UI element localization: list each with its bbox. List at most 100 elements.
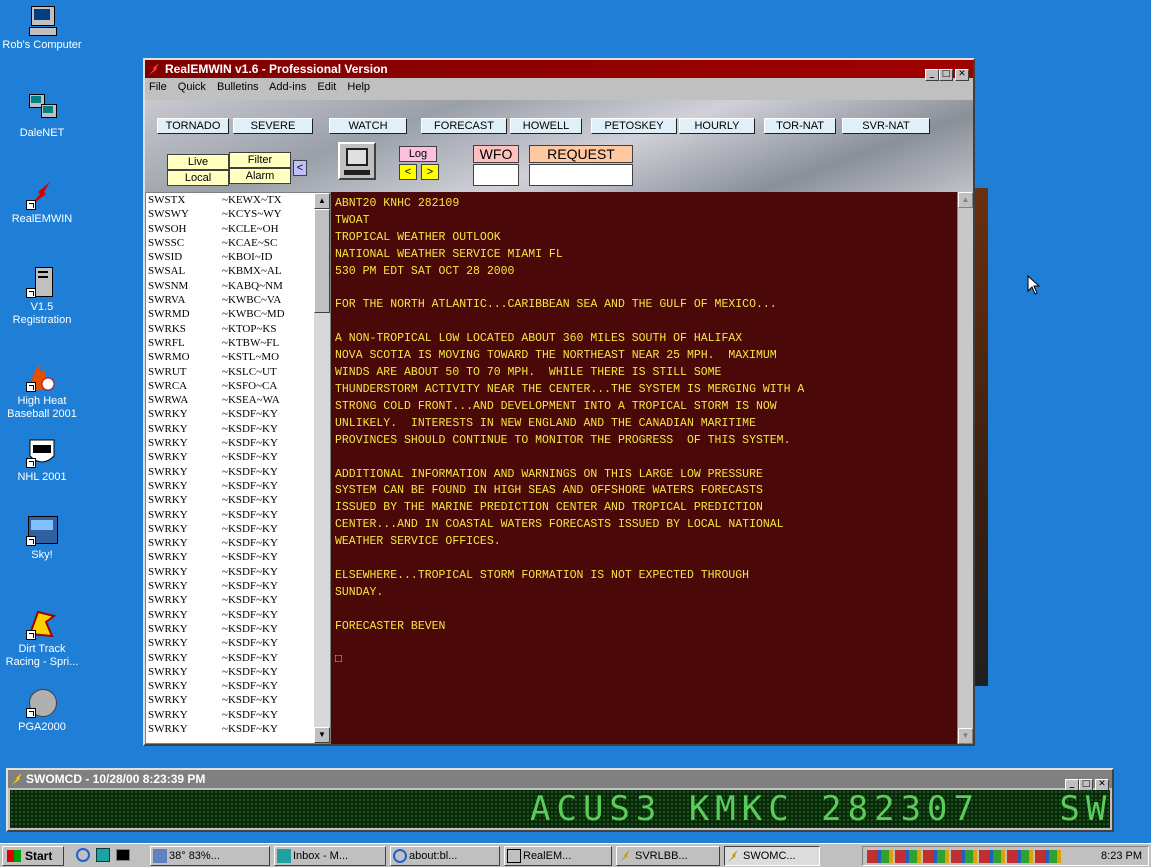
list-item[interactable]: SWRCA ~KSFO~CA [146, 379, 330, 393]
list-item[interactable]: SWRKY ~KSDF~KY [146, 579, 330, 593]
list-item[interactable]: SWRKS ~KTOP~KS [146, 322, 330, 336]
list-item[interactable]: SWRKY ~KSDF~KY [146, 651, 330, 665]
desktop-icon-high-heat[interactable]: High Heat Baseball 2001 [0, 360, 84, 421]
list-item[interactable]: SWRFL ~KTBW~FL [146, 336, 330, 350]
petoskey-button[interactable]: PETOSKEY [591, 118, 677, 134]
list-item[interactable]: SWSTX ~KEWX~TX [146, 193, 330, 207]
text-scrollbar[interactable]: ▲ ▼ [957, 192, 973, 744]
severe-button[interactable]: SEVERE [233, 118, 313, 134]
start-button[interactable]: Start [2, 846, 64, 866]
list-item[interactable]: SWSID ~KBOI~ID [146, 250, 330, 264]
log-button[interactable]: Log [399, 146, 437, 162]
list-item[interactable]: SWRKY ~KSDF~KY [146, 522, 330, 536]
task-swomcd[interactable]: SWOMC... [724, 846, 820, 866]
tray-icons[interactable] [867, 850, 1063, 863]
list-item[interactable]: SWRMD ~KWBC~MD [146, 307, 330, 321]
desktop-icon-sky[interactable]: Sky! [0, 514, 84, 562]
log-next-button[interactable]: > [421, 164, 439, 180]
desktop-icon-registration[interactable]: V1.5 Registration [0, 266, 84, 327]
tornado-button[interactable]: TORNADO [157, 118, 229, 134]
filter-button[interactable]: Filter [229, 152, 291, 168]
list-item[interactable]: SWSWY ~KCYS~WY [146, 207, 330, 221]
desktop-icon-my-computer[interactable]: Rob's Computer [0, 4, 84, 52]
menu-file[interactable]: File [149, 81, 167, 93]
list-item[interactable]: SWRKY ~KSDF~KY [146, 465, 330, 479]
list-item[interactable]: SWRKY ~KSDF~KY [146, 693, 330, 707]
maximize-button[interactable]: □ [939, 69, 953, 81]
list-item[interactable]: SWRKY ~KSDF~KY [146, 636, 330, 650]
request-input[interactable] [529, 164, 633, 186]
scroll-down-icon[interactable]: ▼ [314, 727, 330, 743]
task-inbox[interactable]: Inbox - M... [274, 846, 386, 866]
tor-nat-button[interactable]: TOR-NAT [764, 118, 836, 134]
list-item[interactable]: SWRKY ~KSDF~KY [146, 708, 330, 722]
alarm-button[interactable]: Alarm [229, 168, 291, 184]
list-item[interactable]: SWRKY ~KSDF~KY [146, 479, 330, 493]
log-prev-button[interactable]: < [399, 164, 417, 180]
bulletin-text-pane[interactable]: ABNT20 KNHC 282109 TWOAT TROPICAL WEATHE… [331, 192, 973, 744]
menu-help[interactable]: Help [347, 81, 370, 93]
local-button[interactable]: Local [167, 170, 229, 186]
scroll-down-icon[interactable]: ▼ [958, 728, 973, 744]
window-titlebar[interactable]: RealEMWIN v1.6 - Professional Version _ □… [145, 60, 973, 81]
list-item[interactable]: SWRKY ~KSDF~KY [146, 407, 330, 421]
task-realemwin[interactable]: RealEM... [504, 846, 612, 866]
desktop-icon-pga2000[interactable]: PGA2000 [0, 686, 84, 734]
howell-button[interactable]: HOWELL [510, 118, 582, 134]
hourly-button[interactable]: HOURLY [679, 118, 755, 134]
list-item[interactable]: SWRKY ~KSDF~KY [146, 550, 330, 564]
list-item[interactable]: SWRKY ~KSDF~KY [146, 622, 330, 636]
menu-quick[interactable]: Quick [178, 81, 206, 93]
list-item[interactable]: SWRKY ~KSDF~KY [146, 493, 330, 507]
list-item[interactable]: SWRKY ~KSDF~KY [146, 665, 330, 679]
list-item[interactable]: SWRKY ~KSDF~KY [146, 608, 330, 622]
outlook-express-icon[interactable] [96, 848, 110, 862]
live-button[interactable]: Live [167, 154, 229, 170]
swomcd-titlebar[interactable]: SWOMCD - 10/28/00 8:23:39 PM _ □ ✕ [8, 770, 1112, 791]
list-item[interactable]: SWSAL ~KBMX~AL [146, 264, 330, 278]
list-item[interactable]: SWRWA ~KSEA~WA [146, 393, 330, 407]
task-browser[interactable]: about:bl... [390, 846, 500, 866]
monitor-icon[interactable] [338, 142, 376, 180]
list-scrollbar[interactable]: ▲ ▼ [314, 193, 330, 743]
scroll-up-icon[interactable]: ▲ [958, 192, 973, 208]
menu-edit[interactable]: Edit [317, 81, 336, 93]
watch-button[interactable]: WATCH [329, 118, 407, 134]
list-item[interactable]: SWRKY ~KSDF~KY [146, 422, 330, 436]
list-item[interactable]: SWRKY ~KSDF~KY [146, 508, 330, 522]
show-desktop-icon[interactable] [116, 849, 130, 861]
bulletin-list[interactable]: SWSTX ~KEWX~TX SWSWY ~KCYS~WY SWSOH ~KCLE~OH S… [145, 192, 331, 744]
desktop-icon-dalenet[interactable]: DaleNET [0, 92, 84, 140]
menu-add-ins[interactable]: Add-ins [269, 81, 306, 93]
list-item[interactable]: SWRKY ~KSDF~KY [146, 593, 330, 607]
list-item[interactable]: SWRKY ~KSDF~KY [146, 436, 330, 450]
internet-explorer-icon[interactable] [76, 848, 90, 862]
scroll-up-icon[interactable]: ▲ [314, 193, 330, 209]
wfo-input[interactable] [473, 164, 519, 186]
task-svrlbb[interactable]: SVRLBB... [616, 846, 720, 866]
svr-nat-button[interactable]: SVR-NAT [842, 118, 930, 134]
forecast-button[interactable]: FORECAST [421, 118, 507, 134]
previous-arrow-button[interactable]: < [293, 160, 307, 176]
wfo-button[interactable]: WFO [473, 145, 519, 163]
minimize-button[interactable]: _ [925, 69, 939, 81]
menu-bulletins[interactable]: Bulletins [217, 81, 259, 93]
list-item[interactable]: SWRKY ~KSDF~KY [146, 565, 330, 579]
list-scroll-thumb[interactable] [314, 209, 330, 313]
list-item[interactable]: SWRUT ~KSLC~UT [146, 365, 330, 379]
close-button[interactable]: ✕ [955, 69, 969, 81]
list-item[interactable]: SWRKY ~KSDF~KY [146, 536, 330, 550]
list-item[interactable]: SWSSC ~KCAE~SC [146, 236, 330, 250]
list-item[interactable]: SWRKY ~KSDF~KY [146, 679, 330, 693]
task-weather[interactable]: 38° 83%... [150, 846, 270, 866]
request-button[interactable]: REQUEST [529, 145, 633, 163]
list-item[interactable]: SWSOH ~KCLE~OH [146, 222, 330, 236]
list-item[interactable]: SWRKY ~KSDF~KY [146, 450, 330, 464]
desktop-icon-realemwin[interactable]: RealEMWIN [0, 178, 84, 226]
list-item[interactable]: SWRKY ~KSDF~KY [146, 722, 330, 736]
list-item[interactable]: SWRMO ~KSTL~MO [146, 350, 330, 364]
desktop-icon-nhl[interactable]: NHL 2001 [0, 436, 84, 484]
desktop-icon-dirt-track[interactable]: Dirt Track Racing - Spri... [0, 608, 84, 669]
list-item[interactable]: SWSNM ~KABQ~NM [146, 279, 330, 293]
list-item[interactable]: SWRVA ~KWBC~VA [146, 293, 330, 307]
